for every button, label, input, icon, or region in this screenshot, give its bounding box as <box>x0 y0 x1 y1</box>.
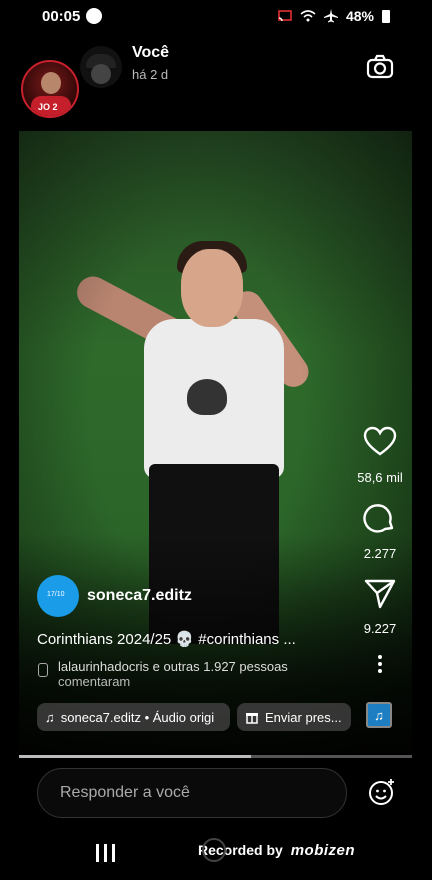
story-username[interactable]: Você <box>132 44 169 62</box>
battery-percent: 48% <box>345 8 374 24</box>
cast-icon <box>278 10 292 22</box>
video-progress[interactable] <box>19 755 412 758</box>
send-icon[interactable] <box>363 576 397 610</box>
like-count: 58,6 mil <box>357 470 403 485</box>
status-icons: 48% <box>278 8 390 24</box>
audio-label: soneca7.editz • Áudio origi <box>60 709 215 725</box>
user-avatar[interactable] <box>80 46 122 88</box>
music-icon: ♫ <box>374 707 384 723</box>
comment-action[interactable]: 2.277 <box>350 501 410 561</box>
like-action[interactable]: 58,6 mil <box>350 425 410 485</box>
share-count: 9.227 <box>363 621 397 636</box>
comment-avatar-icon <box>38 663 48 677</box>
share-action[interactable]: 9.227 <box>350 576 410 636</box>
story-header: JO 2 Você há 2 d <box>0 40 432 122</box>
send-gift-label: Enviar pres... <box>265 709 342 725</box>
comments-line-2: comentaram <box>58 674 131 689</box>
home-button-icon[interactable] <box>202 838 226 862</box>
comments-summary[interactable]: lalaurinhadocris e outras 1.927 pessoas … <box>38 659 288 689</box>
camera-icon[interactable] <box>366 54 394 80</box>
audio-pill[interactable]: ♫ soneca7.editz • Áudio origi <box>37 703 230 731</box>
music-note-icon: ♫ <box>45 709 55 725</box>
audio-track-button[interactable]: ♫ <box>366 702 392 728</box>
status-time: 00:05 <box>42 8 81 25</box>
emoji-add-icon[interactable] <box>368 778 396 806</box>
recorder-watermark: Recorded by mobizen <box>198 838 356 862</box>
messenger-icon <box>86 8 102 24</box>
author-name[interactable]: soneca7.editz <box>87 587 192 605</box>
heart-icon[interactable] <box>363 425 397 459</box>
comments-line-1: lalaurinhadocris e outras 1.927 pessoas <box>58 659 288 674</box>
wifi-icon <box>300 10 316 22</box>
author-avatar[interactable]: 17/10 <box>37 575 79 617</box>
gift-icon <box>246 713 258 724</box>
recent-apps-icon[interactable] <box>96 844 116 862</box>
send-gift-pill[interactable]: Enviar pres... <box>237 703 351 731</box>
status-bar: 00:05 48% <box>0 0 432 34</box>
author-avatar-text: 17/10 <box>47 591 65 598</box>
battery-icon <box>382 9 390 23</box>
profile-avatar[interactable]: JO 2 <box>21 60 79 118</box>
recorder-brand: mobizen <box>290 842 356 859</box>
story-time-ago: há 2 d <box>132 67 169 82</box>
reply-input[interactable]: Responder a você <box>37 768 347 818</box>
system-nav-bar: Recorded by mobizen <box>0 832 432 880</box>
airplane-icon <box>323 9 338 23</box>
reply-placeholder: Responder a você <box>60 784 190 801</box>
comment-icon[interactable] <box>363 501 397 535</box>
video-progress-fill <box>19 755 251 758</box>
comment-count: 2.277 <box>363 546 397 561</box>
reel-caption[interactable]: Corinthians 2024/25 💀 #corinthians ... <box>37 630 296 648</box>
more-options-icon[interactable] <box>376 655 384 675</box>
